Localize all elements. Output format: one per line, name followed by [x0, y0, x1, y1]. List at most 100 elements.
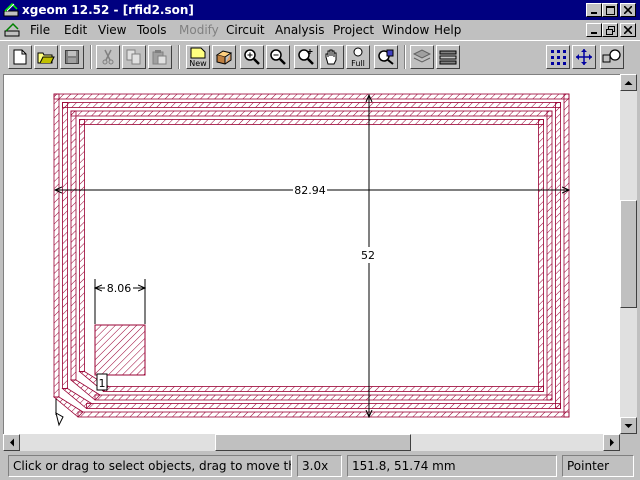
trace-segment[interactable] [555, 102, 561, 409]
arrow-left-icon [9, 438, 14, 447]
circuit-layout[interactable]: 82.94 52 8.06 1 [4, 75, 620, 434]
cut-icon [102, 49, 114, 65]
maximize-icon [605, 5, 615, 15]
trace-segment[interactable] [62, 102, 561, 108]
document-icon[interactable] [4, 22, 20, 38]
trace-segment[interactable] [70, 110, 77, 381]
dimension-height[interactable]: 52 [357, 95, 381, 417]
zoom-in-icon [244, 49, 260, 65]
move-icon [576, 49, 592, 65]
menu-window[interactable]: Window [382, 23, 429, 38]
maximize-button[interactable] [602, 3, 618, 17]
toolbar-separator [178, 45, 180, 69]
dimension-width-label: 82.94 [294, 184, 326, 197]
title-bar[interactable]: xgeom 12.52 - [rfid2.son] [0, 0, 640, 20]
zoom-in-button[interactable] [240, 45, 264, 69]
zoom-area-button[interactable] [294, 45, 318, 69]
zoom-full-button[interactable]: Full [346, 45, 370, 69]
minimize-button[interactable] [586, 3, 602, 17]
menu-modify[interactable]: Modify [179, 23, 219, 38]
menu-analysis[interactable]: Analysis [275, 23, 324, 38]
metal-layers-icon [439, 50, 457, 65]
port-label: 1 [99, 377, 106, 390]
feed-pad[interactable] [94, 324, 146, 376]
doc-minimize-button[interactable] [586, 23, 602, 37]
dimension-pad-width-label: 8.06 [107, 282, 132, 295]
paste-icon [152, 50, 167, 65]
menu-help[interactable]: Help [434, 23, 461, 38]
trace-segment[interactable] [79, 119, 85, 372]
close-button[interactable] [620, 3, 636, 17]
menu-tools[interactable]: Tools [137, 23, 167, 38]
paste-button[interactable] [148, 45, 172, 69]
move-button[interactable] [572, 45, 596, 69]
arrow-right-icon [609, 438, 614, 447]
copy-icon [126, 49, 141, 65]
menu-view[interactable]: View [98, 23, 126, 38]
arrow-down-icon [624, 423, 633, 428]
trace-segment[interactable] [70, 110, 553, 117]
vertical-scroll-thumb[interactable] [620, 200, 637, 308]
new-view-button[interactable]: New [186, 45, 210, 69]
magnify-button[interactable] [600, 45, 624, 69]
save-button[interactable] [60, 45, 84, 69]
trace-segment[interactable] [103, 386, 544, 392]
analyze-icon [378, 49, 394, 65]
horizontal-scrollbar[interactable] [3, 434, 620, 451]
layout-canvas[interactable]: 82.94 52 8.06 1 [3, 74, 620, 434]
scroll-right-button[interactable] [603, 434, 620, 451]
menu-circuit[interactable]: Circuit [226, 23, 265, 38]
dimension-pad-width[interactable]: 8.06 [95, 279, 145, 324]
trace-segment[interactable] [94, 394, 553, 401]
trace-segment[interactable] [62, 102, 68, 389]
trace-segment[interactable] [53, 93, 60, 398]
trace-segment[interactable] [86, 403, 561, 409]
zoom-out-button[interactable] [266, 45, 290, 69]
arrow-up-icon [624, 80, 633, 85]
3d-view-button[interactable] [212, 45, 236, 69]
trace-segment[interactable] [79, 119, 544, 125]
status-mode: Pointer [562, 455, 634, 477]
open-folder-icon [37, 52, 55, 64]
analyze-button[interactable] [374, 45, 398, 69]
scroll-down-button[interactable] [620, 417, 637, 434]
app-icon[interactable] [3, 2, 19, 18]
doc-close-button[interactable] [620, 23, 636, 37]
close-icon [624, 26, 632, 34]
scroll-left-button[interactable] [3, 434, 20, 451]
copy-button[interactable] [122, 45, 146, 69]
save-icon [65, 50, 79, 64]
new-file-button[interactable] [8, 45, 32, 69]
layer-stack-button[interactable] [410, 45, 434, 69]
scrollbar-corner [620, 434, 637, 451]
menu-project[interactable]: Project [333, 23, 374, 38]
trace-segment[interactable] [53, 93, 570, 100]
grid-button[interactable] [546, 45, 570, 69]
trace-segment[interactable] [546, 110, 553, 401]
toolbar: New Full 0 [0, 40, 640, 108]
menu-edit[interactable]: Edit [64, 23, 87, 38]
pan-hand-icon [325, 49, 337, 65]
dimension-height-label: 52 [361, 249, 375, 262]
cut-button[interactable] [96, 45, 120, 69]
scroll-up-button[interactable] [620, 74, 637, 91]
grid-icon [551, 50, 566, 65]
menu-file[interactable]: File [30, 23, 50, 38]
doc-restore-button[interactable] [602, 23, 618, 37]
trace-segment[interactable] [77, 411, 570, 418]
pan-button[interactable] [320, 45, 344, 69]
toolbar-separator [90, 45, 92, 69]
minimize-icon [591, 12, 597, 14]
status-bar: Click or drag to select objects, drag to… [0, 452, 640, 480]
status-message: Click or drag to select objects, drag to… [8, 455, 292, 477]
vertical-scrollbar[interactable] [620, 74, 637, 434]
horizontal-scroll-thumb[interactable] [215, 434, 411, 451]
dimension-width[interactable]: 82.94 [55, 183, 569, 197]
restore-icon [605, 25, 615, 35]
trace-segment[interactable] [563, 93, 570, 418]
metal-layers-button[interactable] [436, 45, 460, 69]
zoom-out-icon [270, 49, 286, 65]
open-button[interactable] [34, 45, 58, 69]
trace-segment[interactable] [538, 119, 544, 392]
magnify-icon [602, 49, 621, 63]
